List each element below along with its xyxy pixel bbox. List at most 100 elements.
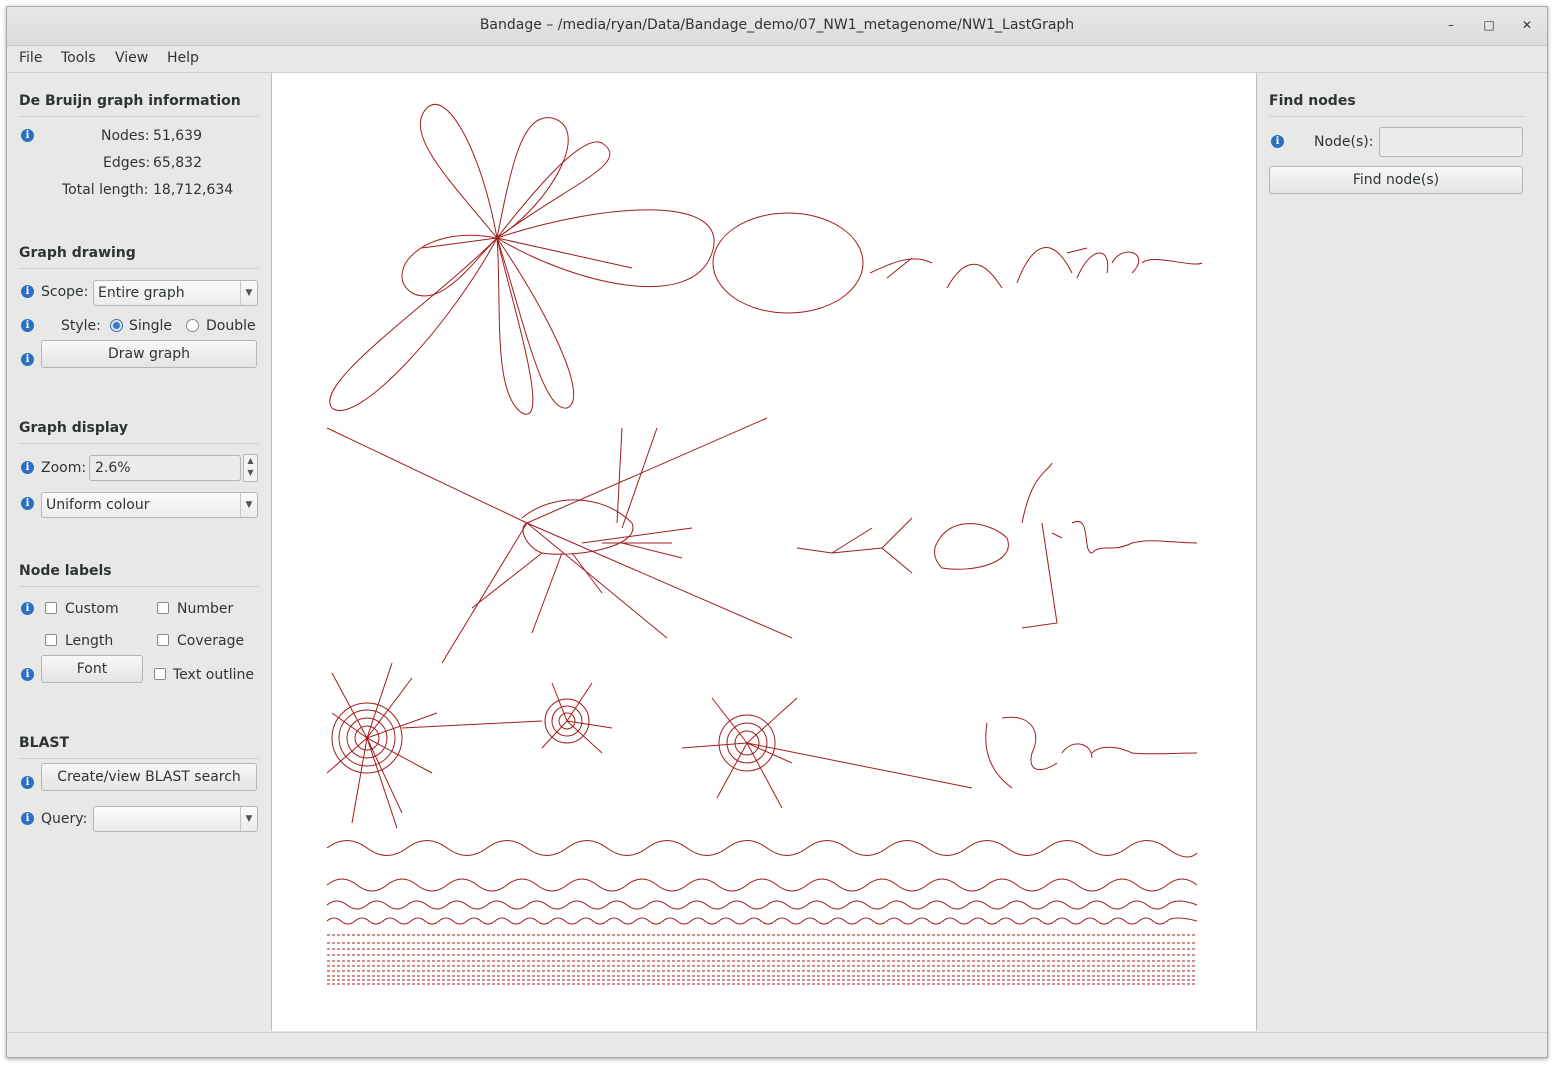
find-nodes-label: Node(s):	[1314, 134, 1374, 150]
graph-loop	[496, 141, 611, 239]
info-icon[interactable]: i	[21, 285, 34, 298]
graph-loop	[329, 237, 498, 411]
number-checkbox[interactable]	[157, 602, 169, 614]
graph-edge	[869, 247, 1203, 289]
text-outline-checkbox[interactable]	[154, 668, 166, 680]
graph-loop	[712, 212, 864, 314]
divider	[19, 443, 259, 444]
graph-edge	[796, 462, 1198, 629]
menu-tools[interactable]: Tools	[61, 50, 96, 66]
info-icon[interactable]: i	[1271, 135, 1284, 148]
title-bar: Bandage – /media/ryan/Data/Bandage_demo/…	[7, 7, 1547, 46]
menu-view[interactable]: View	[115, 50, 148, 66]
maximize-icon[interactable]: □	[1479, 15, 1499, 35]
graph-edge	[326, 662, 438, 829]
style-single-label: Single	[129, 318, 173, 334]
close-icon[interactable]: ✕	[1517, 15, 1537, 35]
text-outline-label: Text outline	[173, 667, 254, 683]
custom-checkbox[interactable]	[45, 602, 57, 614]
find-nodes-button[interactable]: Find node(s)	[1269, 166, 1523, 194]
custom-label: Custom	[65, 601, 119, 617]
info-icon[interactable]: i	[21, 353, 34, 366]
minimize-icon[interactable]: –	[1441, 15, 1461, 35]
graph-info-heading: De Bruijn graph information	[19, 93, 241, 109]
length-checkbox[interactable]	[45, 634, 57, 646]
graph-edge	[326, 417, 793, 664]
total-length-label: Total length:	[62, 182, 149, 198]
graph-edge	[326, 917, 1198, 925]
info-icon[interactable]: i	[21, 602, 34, 615]
window-title: Bandage – /media/ryan/Data/Bandage_demo/…	[479, 17, 1075, 33]
zoom-label: Zoom:	[41, 460, 87, 476]
style-label: Style:	[61, 318, 101, 334]
divider	[19, 586, 259, 587]
graph-loop	[419, 103, 498, 240]
style-double-radio[interactable]	[186, 319, 199, 332]
menu-bar: File Tools View Help	[7, 46, 1547, 73]
edges-value: 65,832	[153, 155, 202, 171]
info-icon[interactable]: i	[21, 319, 34, 332]
graph-edge	[326, 900, 1198, 910]
find-nodes-input[interactable]	[1379, 127, 1523, 157]
nodes-value: 51,639	[153, 128, 202, 144]
divider	[19, 758, 259, 759]
graph-loop	[496, 117, 569, 240]
draw-graph-button[interactable]: Draw graph	[41, 340, 257, 368]
graph-edge	[496, 237, 633, 269]
right-panel: Find nodes i Node(s): Find node(s)	[1256, 73, 1547, 1031]
graph-drawing	[326, 103, 1203, 985]
scope-label: Scope:	[41, 284, 89, 300]
node-labels-heading: Node labels	[19, 563, 112, 579]
blast-heading: BLAST	[19, 735, 70, 751]
graph-loop	[496, 237, 575, 409]
status-bar	[7, 1032, 1547, 1057]
scope-value: Entire graph	[98, 285, 185, 301]
number-label: Number	[177, 601, 234, 617]
graph-edge	[401, 720, 543, 729]
style-double-label: Double	[206, 318, 256, 334]
chevron-down-icon: ▼	[240, 281, 257, 305]
colour-scheme-value: Uniform colour	[46, 497, 150, 513]
graph-cluster	[541, 682, 613, 754]
menu-file[interactable]: File	[19, 50, 42, 66]
left-panel: De Bruijn graph information i Nodes: 51,…	[7, 73, 272, 1031]
font-button[interactable]: Font	[41, 655, 143, 683]
chevron-down-icon: ▼	[240, 807, 257, 831]
graph-cluster	[326, 662, 438, 829]
zoom-stepper[interactable]: ▲ ▼	[243, 454, 258, 482]
nodes-label: Nodes:	[101, 128, 150, 144]
coverage-checkbox[interactable]	[157, 634, 169, 646]
graph-drawing-heading: Graph drawing	[19, 245, 136, 261]
zoom-value: 2.6%	[95, 460, 131, 476]
query-select[interactable]: ▼	[93, 806, 258, 832]
scope-select[interactable]: Entire graph ▼	[93, 280, 258, 306]
style-single-radio[interactable]	[110, 319, 123, 332]
info-icon[interactable]: i	[21, 129, 34, 142]
colour-scheme-select[interactable]: Uniform colour ▼	[41, 492, 258, 518]
blast-search-button[interactable]: Create/view BLAST search	[41, 763, 257, 791]
graph-loop	[495, 209, 715, 288]
graph-cluster	[681, 697, 973, 809]
info-icon[interactable]: i	[21, 812, 34, 825]
graph-edge	[681, 697, 973, 809]
graph-edge	[421, 237, 498, 249]
divider	[1269, 116, 1525, 117]
query-label: Query:	[41, 811, 88, 827]
divider	[19, 116, 259, 117]
divider	[19, 268, 259, 269]
find-nodes-heading: Find nodes	[1269, 93, 1356, 109]
menu-help[interactable]: Help	[167, 50, 199, 66]
total-length-value: 18,712,634	[153, 182, 234, 198]
zoom-spinbox[interactable]: 2.6%	[89, 455, 241, 481]
coverage-label: Coverage	[177, 633, 245, 649]
graph-canvas[interactable]	[272, 73, 1256, 1031]
info-icon[interactable]: i	[21, 461, 34, 474]
graph-edge	[327, 934, 1197, 985]
graph-edge	[326, 878, 1198, 892]
length-label: Length	[65, 633, 114, 649]
graph-edge	[985, 716, 1198, 789]
info-icon[interactable]: i	[21, 776, 34, 789]
info-icon[interactable]: i	[21, 668, 34, 681]
main-window: Bandage – /media/ryan/Data/Bandage_demo/…	[6, 6, 1548, 1058]
info-icon[interactable]: i	[21, 497, 34, 510]
